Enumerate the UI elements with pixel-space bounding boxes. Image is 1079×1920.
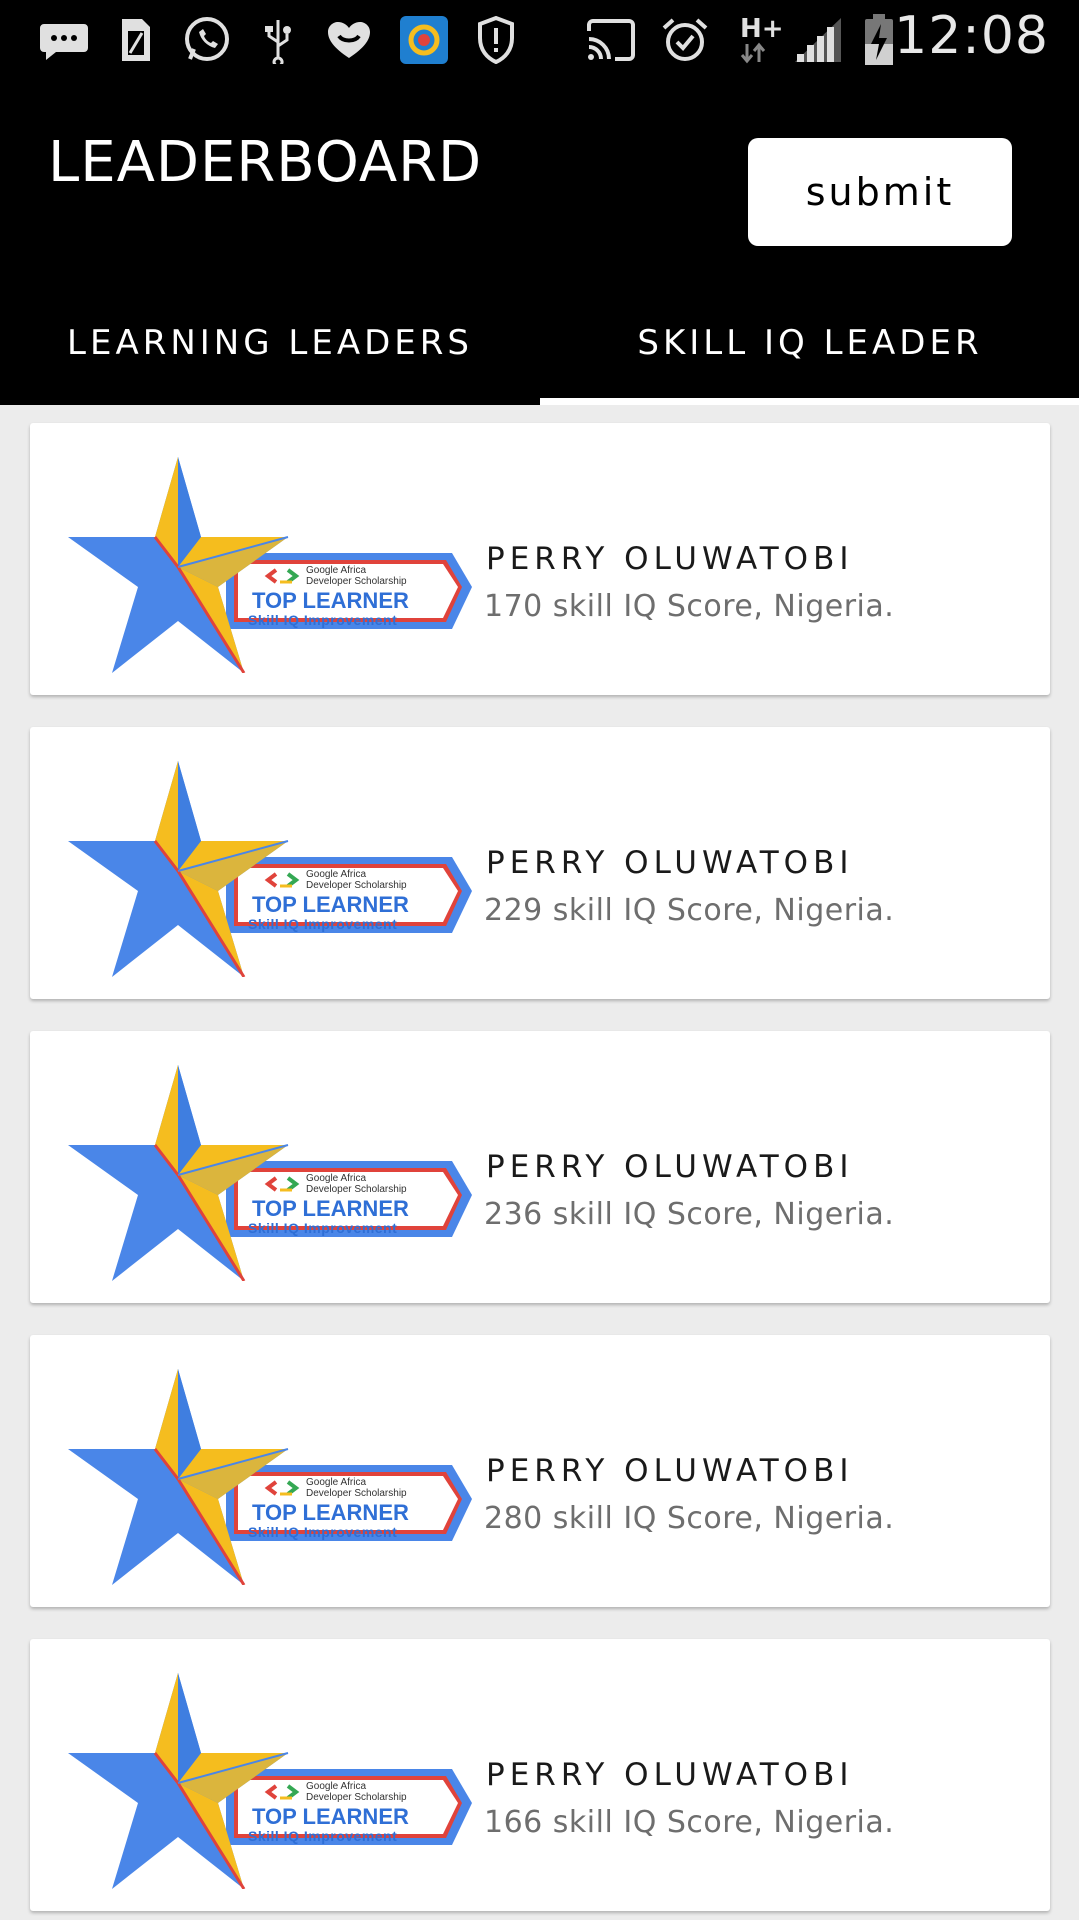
badge-subtitle: Skill IQ Improvement <box>248 1828 397 1844</box>
top-learner-badge: Google Africa Developer Scholarship TOP … <box>66 1673 492 1890</box>
leader-score: 166 skill IQ Score, Nigeria. <box>484 1805 895 1840</box>
star-badge-icon: Google Africa Developer Scholarship TOP … <box>68 457 472 674</box>
signal-icon <box>792 14 844 66</box>
badge-title: TOP LEARNER <box>252 892 409 917</box>
leader-card[interactable]: Google Africa Developer Scholarship TOP … <box>30 727 1050 999</box>
leader-score: 170 skill IQ Score, Nigeria. <box>484 589 895 624</box>
leader-card[interactable]: Google Africa Developer Scholarship TOP … <box>30 1335 1050 1607</box>
badge-brand-line2: Developer Scholarship <box>306 880 407 891</box>
app-icon <box>398 14 450 66</box>
badge-brand-line1: Google Africa <box>306 869 366 880</box>
leader-name: PERRY OLUWATOBI <box>486 845 854 881</box>
alarm-icon <box>660 14 710 66</box>
shield-icon <box>474 14 518 66</box>
tab-bar: LEARNING LEADERS SKILL IQ LEADER <box>0 280 1079 405</box>
badge-title: TOP LEARNER <box>252 1500 409 1525</box>
network-type-icon: H+ <box>740 14 784 66</box>
leader-card[interactable]: Google Africa Developer Scholarship TOP … <box>30 423 1050 695</box>
top-learner-badge: Google Africa Developer Scholarship TOP … <box>66 761 492 978</box>
badge-brand-line1: Google Africa <box>306 1477 366 1488</box>
message-icon <box>36 14 92 66</box>
submit-button[interactable]: submit <box>748 138 1012 246</box>
badge-title: TOP LEARNER <box>252 588 409 613</box>
badge-brand-line2: Developer Scholarship <box>306 1488 407 1499</box>
battery-icon <box>862 14 896 66</box>
cast-icon <box>584 14 638 66</box>
whatsapp-icon <box>180 14 234 66</box>
badge-subtitle: Skill IQ Improvement <box>248 1524 397 1540</box>
leader-name: PERRY OLUWATOBI <box>486 1149 854 1185</box>
leader-name: PERRY OLUWATOBI <box>486 541 854 577</box>
badge-subtitle: Skill IQ Improvement <box>248 1220 397 1236</box>
badge-subtitle: Skill IQ Improvement <box>248 612 397 628</box>
leader-score: 229 skill IQ Score, Nigeria. <box>484 893 895 928</box>
sim-icon <box>116 14 156 66</box>
leader-score: 236 skill IQ Score, Nigeria. <box>484 1197 895 1232</box>
clock: 12:08 <box>894 6 1049 66</box>
status-bar: H+ 12:08 <box>0 0 1079 80</box>
leader-card[interactable]: Google Africa Developer Scholarship TOP … <box>30 1639 1050 1911</box>
leader-name: PERRY OLUWATOBI <box>486 1757 854 1793</box>
app-bar: LEADERBOARD submit LEARNING LEADERS SKIL… <box>0 80 1079 405</box>
top-learner-badge: Google Africa Developer Scholarship TOP … <box>66 1369 492 1586</box>
leader-score: 280 skill IQ Score, Nigeria. <box>484 1501 895 1536</box>
star-badge-icon: Google Africa Developer Scholarship TOP … <box>68 1673 472 1890</box>
badge-brand-line2: Developer Scholarship <box>306 1792 407 1803</box>
badge-subtitle: Skill IQ Improvement <box>248 916 397 932</box>
tab-learning-leaders[interactable]: LEARNING LEADERS <box>0 280 540 405</box>
badge-brand-line1: Google Africa <box>306 1781 366 1792</box>
star-badge-icon: Google Africa Developer Scholarship TOP … <box>68 761 472 978</box>
badge-title: TOP LEARNER <box>252 1804 409 1829</box>
badge-brand-line1: Google Africa <box>306 1173 366 1184</box>
star-badge-icon: Google Africa Developer Scholarship TOP … <box>68 1369 472 1586</box>
badge-title: TOP LEARNER <box>252 1196 409 1221</box>
leader-card[interactable]: Google Africa Developer Scholarship TOP … <box>30 1031 1050 1303</box>
network-type-label: H+ <box>740 14 784 44</box>
star-badge-icon: Google Africa Developer Scholarship TOP … <box>68 1065 472 1282</box>
page-title: LEADERBOARD <box>48 130 483 195</box>
usb-icon <box>258 14 298 66</box>
tab-skill-iq-leader[interactable]: SKILL IQ LEADER <box>540 280 1079 405</box>
leader-name: PERRY OLUWATOBI <box>486 1453 854 1489</box>
tab-indicator <box>540 398 1079 405</box>
badge-brand-line2: Developer Scholarship <box>306 576 407 587</box>
badge-brand-line1: Google Africa <box>306 565 366 576</box>
top-learner-badge: Google Africa Developer Scholarship TOP … <box>66 1065 492 1282</box>
top-learner-badge: Google Africa Developer Scholarship TOP … <box>66 457 492 674</box>
heart-icon <box>324 14 374 66</box>
badge-brand-line2: Developer Scholarship <box>306 1184 407 1195</box>
